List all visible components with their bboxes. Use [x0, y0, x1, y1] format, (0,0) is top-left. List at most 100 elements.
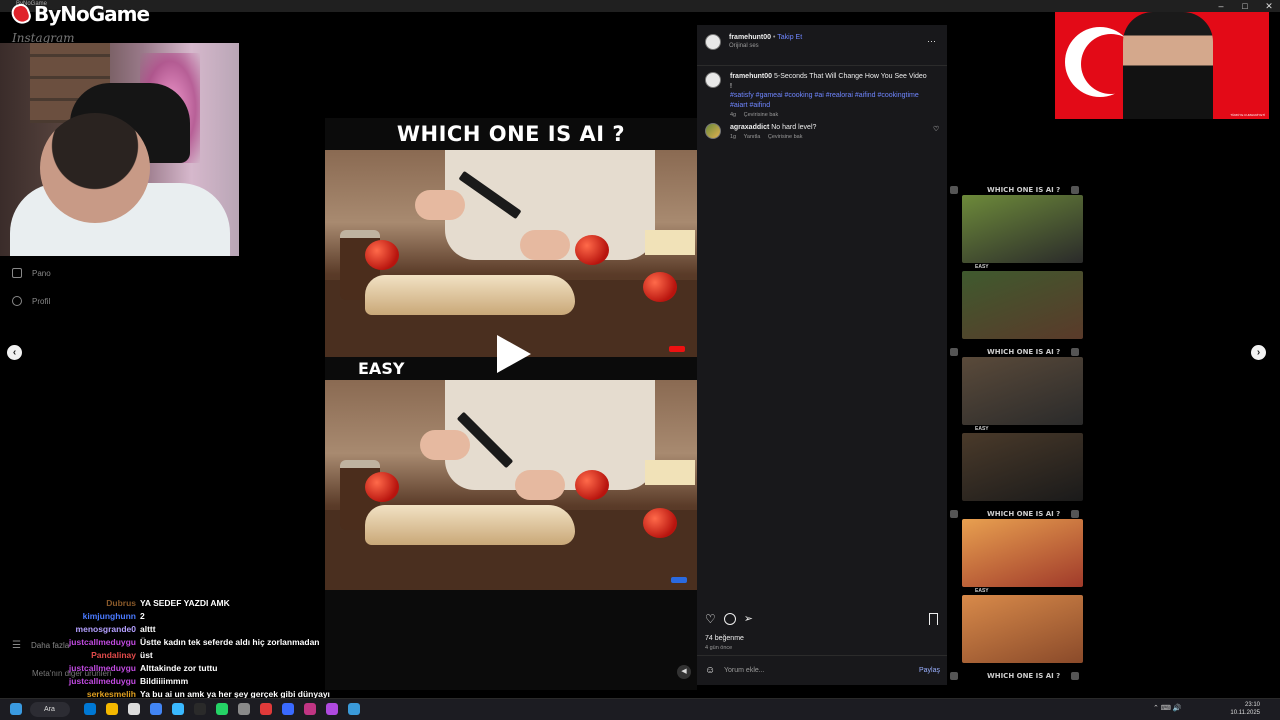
author-name[interactable]: framehunt00: [729, 34, 771, 41]
play-icon: [950, 186, 958, 194]
chat-text: alttt: [140, 624, 156, 634]
chat-username: menosgrande0: [75, 624, 136, 634]
emoji-icon[interactable]: ☺: [705, 666, 715, 676]
bookmark-icon[interactable]: [929, 613, 938, 625]
chat-username: Dubrus: [106, 598, 136, 608]
translate-link[interactable]: Çevirisine bak: [768, 134, 803, 140]
taskbar-app-icon[interactable]: [238, 703, 250, 715]
video-title: WHICH ONE IS AI ?: [396, 122, 626, 146]
thumb-image-bottom: [962, 271, 1083, 339]
taskbar-app-icon[interactable]: [260, 703, 272, 715]
caption-avatar[interactable]: [705, 72, 721, 88]
audio-label[interactable]: Orijinal ses: [729, 43, 802, 49]
play-icon: [950, 510, 958, 518]
play-icon: [1071, 672, 1079, 680]
comment-input[interactable]: Yorum ekle...: [724, 667, 904, 674]
more-options-icon[interactable]: ···: [927, 36, 936, 46]
caption-author[interactable]: framehunt00: [730, 73, 772, 80]
thumb-title: WHICH ONE IS AI ?: [987, 510, 1061, 518]
brand-logo: ByNoGame: [9, 1, 150, 27]
post-actions: ♡ ➢: [705, 613, 753, 625]
caption: framehunt00 5-Seconds That Will Change H…: [730, 72, 930, 121]
webcam-feed: [0, 43, 239, 256]
related-reel-3[interactable]: WHICH ONE IS AI ? EASY: [947, 510, 1083, 672]
blue-badge: [671, 577, 687, 583]
thumb-image-top: [962, 195, 1083, 263]
thumb-title: WHICH ONE IS AI ?: [987, 348, 1061, 356]
caption-hashtags[interactable]: #satisfy #gameai #cooking #ai #realorai …: [730, 91, 930, 110]
comment-text: No hard level?: [771, 124, 817, 131]
maximize-button[interactable]: □: [1234, 0, 1256, 12]
comment-icon[interactable]: [723, 613, 736, 625]
chat-text: Alttakinde zor tuttu: [140, 663, 218, 673]
related-reel-1[interactable]: WHICH ONE IS AI ? EASY: [947, 186, 1083, 348]
flag-overlay: TÜRKİYE CUMHURİYETİ: [1055, 12, 1269, 119]
taskbar-app-icon[interactable]: [304, 703, 316, 715]
likes-count[interactable]: 74 beğenme: [705, 635, 744, 642]
share-comment-button[interactable]: Paylaş: [919, 667, 940, 674]
taskbar-app-icon[interactable]: [194, 703, 206, 715]
post-panel: framehunt00 • Takip Et Orijinal ses ··· …: [697, 25, 947, 685]
post-date: 4 gün önce: [705, 645, 733, 651]
follow-button[interactable]: Takip Et: [777, 34, 802, 41]
comment-author[interactable]: agraxaddict: [730, 124, 769, 131]
taskbar-app-icon[interactable]: [282, 703, 294, 715]
taskbar-app-icon[interactable]: [172, 703, 184, 715]
taskbar-app-icon[interactable]: [106, 703, 118, 715]
taskbar-app-icon[interactable]: [150, 703, 162, 715]
thumb-image-top: [962, 519, 1083, 587]
comment-like-icon[interactable]: ♡: [933, 125, 939, 133]
post-header: framehunt00 • Takip Et Orijinal ses: [729, 34, 803, 49]
share-icon[interactable]: ➢: [744, 613, 753, 625]
sidebar-item-pano[interactable]: Pano: [12, 268, 51, 278]
reply-link[interactable]: Yanıtla: [744, 134, 761, 140]
speaker-icon[interactable]: ◀: [677, 665, 691, 679]
play-icon[interactable]: [497, 335, 531, 373]
chat-username: kimjunghunn: [82, 611, 136, 621]
taskbar-app-icon[interactable]: [128, 703, 140, 715]
minimize-button[interactable]: –: [1210, 0, 1232, 12]
related-reel-4[interactable]: WHICH ONE IS AI ?: [947, 672, 1083, 696]
chat-text: Üstte kadın tek seferde aldı hiç zorlanm…: [140, 637, 320, 647]
comment: agraxaddict No hard level? 1g Yanıtla Çe…: [730, 124, 920, 140]
chat-text: 2: [140, 611, 145, 621]
play-icon: [950, 672, 958, 680]
thumb-title: WHICH ONE IS AI ?: [987, 672, 1061, 680]
taskbar-app-icon[interactable]: [348, 703, 360, 715]
commenter-avatar[interactable]: [705, 123, 721, 139]
taskbar-app-icon[interactable]: [84, 703, 96, 715]
translate-link[interactable]: Çevirisine bak: [744, 112, 779, 118]
close-button[interactable]: ✕: [1258, 0, 1280, 12]
chat-username: justcallmeduygu: [68, 663, 136, 673]
clock[interactable]: 23:10 10.11.2025: [1224, 701, 1260, 717]
tray-icons[interactable]: ⌃ ⌨ 🔊: [1153, 704, 1182, 712]
video-panel-top: [325, 150, 697, 357]
sidebar-item-label: Pano: [32, 268, 51, 278]
sidebar-item-label: Profil: [32, 296, 51, 306]
thumb-label: EASY: [975, 588, 989, 594]
taskbar-app-icon[interactable]: [216, 703, 228, 715]
search-label: Ara: [44, 706, 55, 713]
clock-time: 23:10: [1244, 702, 1260, 708]
video-panel-bottom: [325, 380, 697, 590]
taskbar: Ara ⌃ ⌨ 🔊 23:10 10.11.2025: [0, 698, 1280, 720]
thumb-image-bottom: [962, 595, 1083, 663]
chat-username: justcallmeduygu: [68, 637, 136, 647]
caption-time: 4g: [730, 112, 737, 118]
prev-post-button[interactable]: ‹: [7, 345, 22, 360]
related-reel-2[interactable]: WHICH ONE IS AI ? EASY: [947, 348, 1083, 510]
next-post-button[interactable]: ›: [1251, 345, 1266, 360]
sidebar-item-profil[interactable]: Profil: [12, 296, 50, 306]
profile-icon: [12, 296, 22, 306]
windows-start-icon[interactable]: [10, 703, 22, 715]
play-icon: [1071, 348, 1079, 356]
reel-video[interactable]: WHICH ONE IS AI ? EASY ◀: [325, 118, 697, 690]
author-avatar[interactable]: [705, 34, 721, 50]
portrait: [1123, 12, 1213, 119]
divider: [697, 655, 947, 656]
thumb-title: WHICH ONE IS AI ?: [987, 186, 1061, 194]
like-icon[interactable]: ♡: [705, 613, 716, 625]
dashboard-icon: [12, 268, 22, 278]
taskbar-search[interactable]: Ara: [30, 702, 70, 717]
taskbar-app-icon[interactable]: [326, 703, 338, 715]
